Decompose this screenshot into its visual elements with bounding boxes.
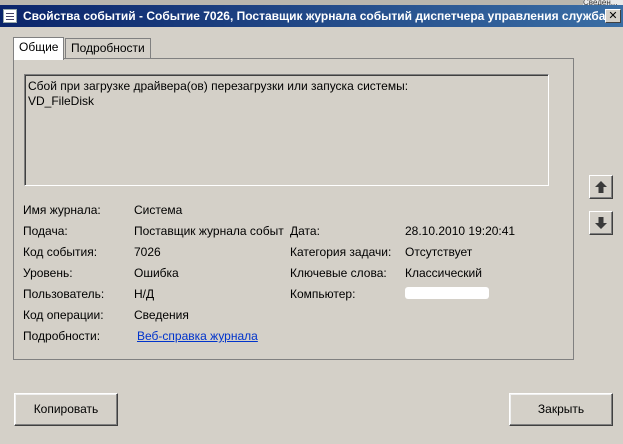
close-button[interactable]: Закрыть	[509, 393, 613, 426]
arrow-down-icon	[595, 217, 607, 229]
event-description[interactable]: Сбой при загрузке драйвера(ов) перезагру…	[24, 74, 549, 186]
source-value: Поставщик журнала событ	[134, 224, 284, 238]
task-category-value: Отсутствует	[405, 245, 473, 259]
log-name-label: Имя журнала:	[23, 203, 101, 217]
keywords-value: Классический	[405, 266, 482, 280]
event-id-label: Код события:	[23, 245, 98, 259]
tab-details[interactable]: Подробности	[65, 38, 151, 58]
event-viewer-icon	[3, 9, 17, 23]
opcode-value: Сведения	[134, 308, 189, 322]
level-value: Ошибка	[134, 266, 179, 280]
log-name-value: Система	[134, 203, 183, 217]
previous-event-button[interactable]	[589, 175, 613, 199]
description-line: Сбой при загрузке драйвера(ов) перезагру…	[28, 79, 409, 93]
tab-general[interactable]: Общие	[13, 37, 65, 60]
date-label: Дата:	[290, 224, 320, 238]
user-label: Пользователь:	[23, 287, 105, 301]
more-info-label: Подробности:	[23, 329, 101, 343]
keywords-label: Ключевые слова:	[290, 266, 387, 280]
task-category-label: Категория задачи:	[290, 245, 392, 259]
event-id-value: 7026	[134, 245, 161, 259]
event-log-help-link[interactable]: Веб-справка журнала	[137, 329, 258, 343]
computer-label: Компьютер:	[290, 287, 356, 301]
window-title: Свойства событий - Событие 7026, Поставщ…	[23, 9, 605, 23]
copy-button[interactable]: Копировать	[14, 393, 118, 426]
close-icon[interactable]: ✕	[605, 9, 621, 23]
event-properties-dialog: Сведен... Свойства событий - Событие 702…	[0, 0, 623, 444]
computer-value-redacted	[405, 287, 489, 299]
date-value: 28.10.2010 19:20:41	[405, 224, 516, 238]
level-label: Уровень:	[23, 266, 73, 280]
source-label: Подача:	[23, 224, 68, 238]
title-bar[interactable]: Свойства событий - Событие 7026, Поставщ…	[0, 5, 623, 27]
opcode-label: Код операции:	[23, 308, 104, 322]
description-driver: VD_FileDisk	[28, 94, 95, 108]
next-event-button[interactable]	[589, 211, 613, 235]
user-value: Н/Д	[134, 287, 155, 301]
arrow-up-icon	[595, 181, 607, 193]
